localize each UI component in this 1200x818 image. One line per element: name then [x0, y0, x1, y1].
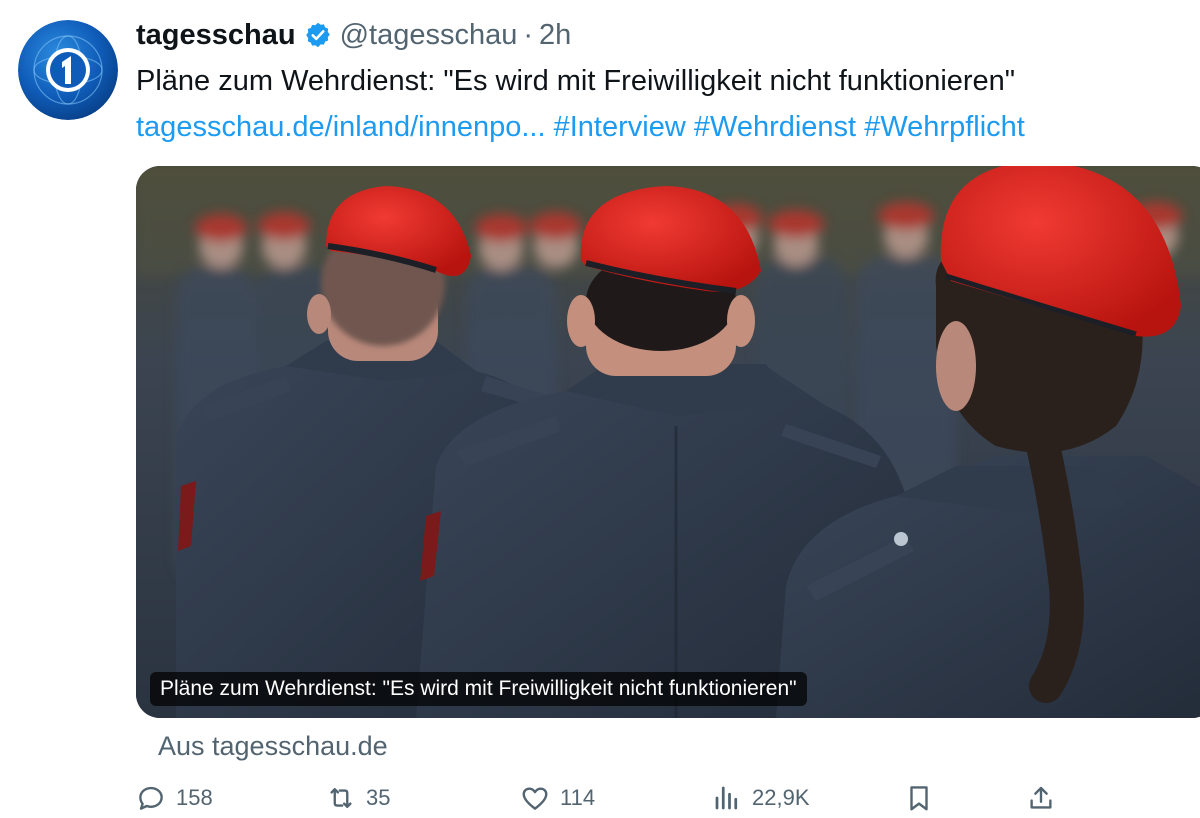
views-button[interactable]: 22,9K [712, 778, 810, 818]
retweet-button[interactable]: 35 [326, 778, 390, 818]
hashtag-wehrdienst[interactable]: #Wehrdienst [694, 111, 856, 143]
action-bar: 158 35 114 22,9K [0, 778, 1200, 818]
reply-icon [139, 786, 163, 810]
like-button[interactable]: 114 [520, 778, 595, 818]
retweet-icon [330, 788, 352, 808]
article-link[interactable]: tagesschau.de/inland/innenpo... [136, 111, 546, 143]
avatar[interactable] [18, 20, 118, 120]
share-icon [1030, 786, 1052, 809]
hashtag-wehrpflicht[interactable]: #Wehrpflicht [864, 111, 1025, 143]
card-source[interactable]: Aus tagesschau.de [158, 728, 388, 764]
card-caption: Pläne zum Wehrdienst: "Es wird mit Freiw… [150, 672, 807, 706]
share-button[interactable] [1026, 778, 1056, 818]
views-count: 22,9K [752, 785, 810, 810]
reply-count: 158 [176, 785, 213, 810]
verified-badge-icon [304, 21, 332, 49]
tweet-text: Pläne zum Wehrdienst: "Es wird mit Freiw… [136, 65, 1016, 97]
tweet-header: tagesschau @tagesschau · 2h [136, 14, 571, 56]
card-image [136, 166, 1200, 718]
tagesschau-logo-icon [18, 20, 118, 120]
like-count: 114 [560, 785, 596, 810]
bookmark-icon [910, 786, 928, 811]
hashtag-interview[interactable]: #Interview [554, 111, 686, 143]
link-card[interactable]: Pläne zum Wehrdienst: "Es wird mit Freiw… [136, 166, 1200, 718]
retweet-count: 35 [366, 785, 391, 810]
timestamp[interactable]: 2h [539, 19, 571, 52]
views-icon [715, 786, 738, 810]
like-icon [522, 787, 548, 810]
tweet-links: tagesschau.de/inland/innenpo... #Intervi… [136, 106, 1025, 148]
display-name[interactable]: tagesschau [136, 19, 296, 52]
reply-button[interactable]: 158 [136, 778, 213, 818]
separator-dot: · [523, 18, 534, 51]
handle[interactable]: @tagesschau [340, 19, 518, 52]
bookmark-button[interactable] [904, 778, 934, 818]
